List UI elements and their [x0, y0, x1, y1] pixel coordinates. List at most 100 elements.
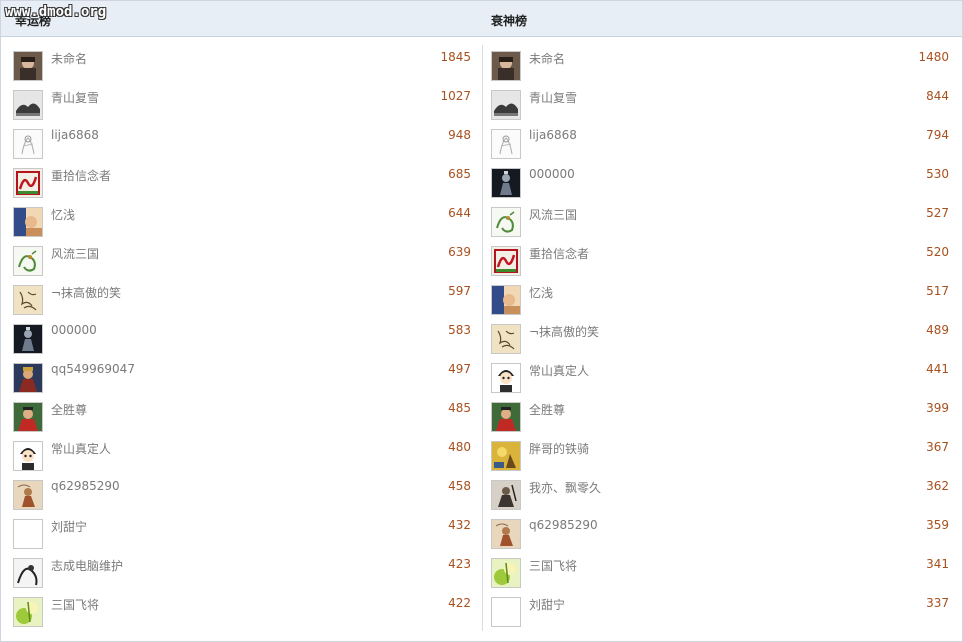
ranking-row: 刘甜宁 337	[489, 591, 959, 630]
score-value: 530	[926, 167, 949, 181]
ranking-row: ¬抹高傲的笑 489	[489, 318, 959, 357]
user-name-link[interactable]: 未命名	[529, 50, 565, 67]
user-name-link[interactable]: ¬抹高傲的笑	[51, 284, 121, 301]
user-name-link[interactable]: 胖哥的铁骑	[529, 440, 589, 457]
unlucky-board-list: 未命名 1480 青山复雪 844 lija6868 794 000000 530 风流三国 52…	[489, 45, 959, 630]
ranking-row: 常山真定人 441	[489, 357, 959, 396]
ranking-row: 刘甜宁 432	[11, 513, 481, 552]
user-name-link[interactable]: 000000	[529, 167, 575, 181]
dark-warrior-avatar-icon[interactable]	[491, 168, 521, 198]
user-name-link[interactable]: 常山真定人	[51, 440, 111, 457]
photo-face-avatar-icon[interactable]	[13, 207, 43, 237]
score-value: 1845	[440, 50, 471, 64]
ranking-row: 我亦、飘零久 362	[489, 474, 959, 513]
painting-avatar-icon[interactable]	[491, 519, 521, 549]
user-name-link[interactable]: 全胜尊	[529, 401, 565, 418]
score-value: 527	[926, 206, 949, 220]
sketch-figure-avatar-icon[interactable]	[491, 129, 521, 159]
ranking-row: 未命名 1480	[489, 45, 959, 84]
ranking-row: 风流三国 527	[489, 201, 959, 240]
photo-face-avatar-icon[interactable]	[491, 285, 521, 315]
user-name-link[interactable]: qq549969047	[51, 362, 135, 376]
cartoon-boy-avatar-icon[interactable]	[491, 363, 521, 393]
landscape-bw-avatar-icon[interactable]	[491, 90, 521, 120]
user-name-link[interactable]: 风流三国	[51, 245, 99, 262]
user-name-link[interactable]: q62985290	[51, 479, 120, 493]
photo-girl-avatar-icon[interactable]	[13, 51, 43, 81]
ranking-row: 未命名 1845	[11, 45, 481, 84]
user-name-link[interactable]: lija6868	[51, 128, 99, 142]
landscape-bw-avatar-icon[interactable]	[13, 90, 43, 120]
user-name-link[interactable]: 我亦、飘零久	[529, 479, 601, 496]
cartoon-boy-avatar-icon[interactable]	[13, 441, 43, 471]
blank-avatar-avatar-icon[interactable]	[13, 519, 43, 549]
ranking-row: 全胜尊 485	[11, 396, 481, 435]
user-name-link[interactable]: 未命名	[51, 50, 87, 67]
user-name-link[interactable]: 志成电脑维护	[51, 557, 123, 574]
score-value: 341	[926, 557, 949, 571]
calligraphy-avatar-icon[interactable]	[13, 285, 43, 315]
score-value: 423	[448, 557, 471, 571]
ranking-row: 胖哥的铁骑 367	[489, 435, 959, 474]
warrior-sketch-avatar-icon[interactable]	[491, 480, 521, 510]
ranking-row: 青山复雪 1027	[11, 84, 481, 123]
sketch-figure-avatar-icon[interactable]	[13, 129, 43, 159]
ranking-row: 常山真定人 480	[11, 435, 481, 474]
user-name-link[interactable]: lija6868	[529, 128, 577, 142]
ranking-row: 重拾信念者 520	[489, 240, 959, 279]
user-name-link[interactable]: 000000	[51, 323, 97, 337]
ranking-row: ¬抹高傲的笑 597	[11, 279, 481, 318]
user-name-link[interactable]: ¬抹高傲的笑	[529, 323, 599, 340]
site-watermark: www.dmod.org	[5, 4, 107, 20]
score-value: 485	[448, 401, 471, 415]
user-name-link[interactable]: 青山复雪	[51, 89, 99, 106]
user-name-link[interactable]: 忆浅	[51, 206, 75, 223]
score-value: 399	[926, 401, 949, 415]
user-name-link[interactable]: 青山复雪	[529, 89, 577, 106]
dragon-avatar-icon[interactable]	[491, 207, 521, 237]
ranking-row: 重拾信念者 685	[11, 162, 481, 201]
user-name-link[interactable]: 刘甜宁	[529, 596, 565, 613]
user-name-link[interactable]: 常山真定人	[529, 362, 589, 379]
user-name-link[interactable]: 三国飞将	[529, 557, 577, 574]
painting-avatar-icon[interactable]	[13, 480, 43, 510]
red-logo-avatar-icon[interactable]	[491, 246, 521, 276]
ranking-row: q62985290 359	[489, 513, 959, 552]
red-warrior-avatar-icon[interactable]	[491, 402, 521, 432]
blank-avatar-avatar-icon[interactable]	[491, 597, 521, 627]
score-value: 583	[448, 323, 471, 337]
user-name-link[interactable]: 三国飞将	[51, 596, 99, 613]
score-value: 948	[448, 128, 471, 142]
red-logo-avatar-icon[interactable]	[13, 168, 43, 198]
general-avatar-icon[interactable]	[13, 363, 43, 393]
user-name-link[interactable]: 刘甜宁	[51, 518, 87, 535]
calligraphy-avatar-icon[interactable]	[491, 324, 521, 354]
ranking-row: q62985290 458	[11, 474, 481, 513]
green-glow-avatar-icon[interactable]	[13, 597, 43, 627]
user-name-link[interactable]: 重拾信念者	[51, 167, 111, 184]
score-value: 337	[926, 596, 949, 610]
ranking-row: qq549969047 497	[11, 357, 481, 396]
score-value: 441	[926, 362, 949, 376]
score-value: 844	[926, 89, 949, 103]
ranking-row: 全胜尊 399	[489, 396, 959, 435]
photo-girl-avatar-icon[interactable]	[491, 51, 521, 81]
panel-header: 幸运榜 www.dmod.org 衰神榜	[1, 1, 962, 37]
dragon-avatar-icon[interactable]	[13, 246, 43, 276]
unlucky-board-title: 衰神榜	[491, 14, 528, 28]
dark-warrior-avatar-icon[interactable]	[13, 324, 43, 354]
ranking-row: lija6868 794	[489, 123, 959, 162]
user-name-link[interactable]: 风流三国	[529, 206, 577, 223]
user-name-link[interactable]: 重拾信念者	[529, 245, 589, 262]
yellow-art-avatar-icon[interactable]	[491, 441, 521, 471]
user-name-link[interactable]: q62985290	[529, 518, 598, 532]
score-value: 359	[926, 518, 949, 532]
red-warrior-avatar-icon[interactable]	[13, 402, 43, 432]
green-glow-avatar-icon[interactable]	[491, 558, 521, 588]
score-value: 362	[926, 479, 949, 493]
ranking-row: 三国飞将 422	[11, 591, 481, 630]
user-name-link[interactable]: 全胜尊	[51, 401, 87, 418]
ranking-row: 忆浅 644	[11, 201, 481, 240]
ink-drawing-avatar-icon[interactable]	[13, 558, 43, 588]
user-name-link[interactable]: 忆浅	[529, 284, 553, 301]
